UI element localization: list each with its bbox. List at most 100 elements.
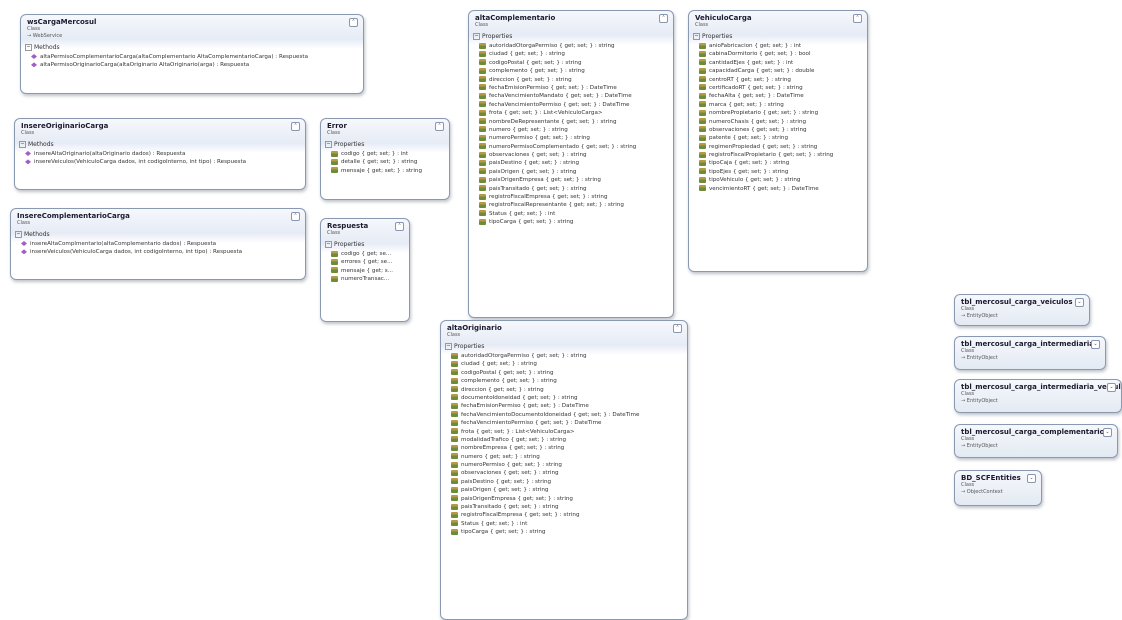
property-row[interactable]: centroRT { get; set; } : string xyxy=(699,76,863,84)
section-toggle-icon[interactable]: − xyxy=(25,44,32,51)
collapse-icon[interactable]: ⌃ xyxy=(659,14,668,23)
section-header[interactable]: − Properties xyxy=(689,31,867,42)
section-header[interactable]: − Properties xyxy=(321,139,449,150)
property-row[interactable]: tipoVehiculo { get; set; } : string xyxy=(699,176,863,184)
class-box-altacomplementario[interactable]: altaComplementario Class ⌃ − Properties a… xyxy=(468,10,674,318)
property-row[interactable]: complemento { get; set; } : string xyxy=(479,67,669,75)
property-row[interactable]: codigoPostal { get; set; } : string xyxy=(451,369,683,377)
property-row[interactable]: paisOrigenEmpresa { get; set; } : string xyxy=(479,176,669,184)
method-row[interactable]: altaPermisoOriginarioCarga(altaOriginari… xyxy=(31,61,359,69)
property-row[interactable]: fechaEmisionPermiso { get; set; } : Date… xyxy=(479,84,669,92)
property-row[interactable]: numeroPermisoComplementado { get; set; }… xyxy=(479,143,669,151)
property-row[interactable]: capacidadCarga { get; set; } : double xyxy=(699,67,863,75)
section-toggle-icon[interactable]: − xyxy=(19,141,26,148)
class-box-tbl-intermediaria-veiculo[interactable]: tbl_mercosul_carga_intermediaria_veiculo… xyxy=(954,379,1122,413)
property-row[interactable]: nombreDeRepresentante { get; set; } : st… xyxy=(479,118,669,126)
property-row[interactable]: numero { get; set; } : string xyxy=(451,453,683,461)
property-row[interactable]: detalle { get; set; } : string xyxy=(331,158,445,166)
section-header[interactable]: − Properties xyxy=(321,239,409,250)
property-row[interactable]: autoridadOtorgaPermiso { get; set; } : s… xyxy=(479,42,669,50)
property-row[interactable]: ciudad { get; set; } : string xyxy=(451,360,683,368)
property-row[interactable]: patente { get; set; } : string xyxy=(699,134,863,142)
property-row[interactable]: fechaEmisionPermiso { get; set; } : Date… xyxy=(451,402,683,410)
property-row[interactable]: observaciones { get; set; } : string xyxy=(479,151,669,159)
section-toggle-icon[interactable]: − xyxy=(693,33,700,40)
property-row[interactable]: Status { get; set; } : int xyxy=(479,210,669,218)
class-box-wscargamercosul[interactable]: wsCargaMercosul Class → WebService ⌃ − Me… xyxy=(20,14,364,94)
section-toggle-icon[interactable]: − xyxy=(445,343,452,350)
property-row[interactable]: paisTransitado { get; set; } : string xyxy=(451,503,683,511)
property-row[interactable]: registroFiscalEmpresa { get; set; } : st… xyxy=(479,193,669,201)
property-row[interactable]: numeroChasis { get; set; } : string xyxy=(699,118,863,126)
property-row[interactable]: nombrePropietario { get; set; } : string xyxy=(699,109,863,117)
expand-icon[interactable]: ⌄ xyxy=(1075,298,1084,307)
collapse-icon[interactable]: ⌃ xyxy=(291,122,300,131)
property-row[interactable]: codigo { get; se... xyxy=(331,250,405,258)
property-row[interactable]: registroFiscalPropietario { get; set; } … xyxy=(699,151,863,159)
property-row[interactable]: tipoEjes { get; set; } : string xyxy=(699,168,863,176)
property-row[interactable]: numeroTransac... xyxy=(331,275,405,283)
section-header[interactable]: − Methods xyxy=(11,229,305,240)
section-toggle-icon[interactable]: − xyxy=(473,33,480,40)
property-row[interactable]: numeroPermiso { get; set; } : string xyxy=(479,134,669,142)
property-row[interactable]: fechaVencimientoDocumentoIdoneidad { get… xyxy=(451,411,683,419)
property-row[interactable]: numero { get; set; } : string xyxy=(479,126,669,134)
method-row[interactable]: insereVeiculos(VehiculoCarga dados, int … xyxy=(25,158,301,166)
expand-icon[interactable]: ⌄ xyxy=(1107,383,1116,392)
property-row[interactable]: ciudad { get; set; } : string xyxy=(479,50,669,58)
property-row[interactable]: regimenPropiedad { get; set; } : string xyxy=(699,143,863,151)
property-row[interactable]: direccion { get; set; } : string xyxy=(451,386,683,394)
property-row[interactable]: vencimientoRT { get; set; } : DateTime xyxy=(699,185,863,193)
property-row[interactable]: Status { get; set; } : int xyxy=(451,520,683,528)
section-header[interactable]: − Methods xyxy=(21,42,363,53)
method-row[interactable]: insereVeiculos(VehiculoCarga dados, int … xyxy=(21,248,301,256)
property-row[interactable]: paisOrigen { get; set; } : string xyxy=(451,486,683,494)
method-row[interactable]: altaPermisoComplementarioCarga(altaCompl… xyxy=(31,53,359,61)
property-row[interactable]: marca { get; set; } : string xyxy=(699,101,863,109)
class-box-respuesta[interactable]: Respuesta Class ⌃ − Properties codigo { g… xyxy=(320,218,410,322)
collapse-icon[interactable]: ⌃ xyxy=(395,222,404,231)
property-row[interactable]: frota { get; set; } : List<VehiculoCarga… xyxy=(451,428,683,436)
collapse-icon[interactable]: ⌃ xyxy=(349,18,358,27)
property-row[interactable]: documentoIdoneidad { get; set; } : strin… xyxy=(451,394,683,402)
expand-icon[interactable]: ⌄ xyxy=(1027,474,1036,483)
property-row[interactable]: observaciones { get; set; } : string xyxy=(699,126,863,134)
collapse-icon[interactable]: ⌃ xyxy=(291,212,300,221)
property-row[interactable]: paisOrigenEmpresa { get; set; } : string xyxy=(451,495,683,503)
collapse-icon[interactable]: ⌃ xyxy=(673,324,682,333)
property-row[interactable]: numeroPermiso { get; set; } : string xyxy=(451,461,683,469)
property-row[interactable]: codigo { get; set; } : int xyxy=(331,150,445,158)
property-row[interactable]: anioFabricacion { get; set; } : int xyxy=(699,42,863,50)
property-row[interactable]: paisDestino { get; set; } : string xyxy=(479,159,669,167)
expand-icon[interactable]: ⌄ xyxy=(1103,428,1112,437)
property-row[interactable]: modalidadTrafico { get; set; } : string xyxy=(451,436,683,444)
class-box-altaoriginario[interactable]: altaOriginario Class ⌃ − Properties autor… xyxy=(440,320,688,620)
class-box-tbl-intermediaria[interactable]: tbl_mercosul_carga_intermediaria Class →… xyxy=(954,336,1106,370)
property-row[interactable]: paisDestino { get; set; } : string xyxy=(451,478,683,486)
property-row[interactable]: registroFiscalEmpresa { get; set; } : st… xyxy=(451,511,683,519)
property-row[interactable]: cabinaDormitorio { get; set; } : bool xyxy=(699,50,863,58)
property-row[interactable]: registroFiscalRepresentante { get; set; … xyxy=(479,201,669,209)
section-header[interactable]: − Methods xyxy=(15,139,305,150)
class-box-tbl-complementario[interactable]: tbl_mercosul_carga_complementario Class … xyxy=(954,424,1118,458)
class-box-vehiculocarga[interactable]: VehiculoCarga Class ⌃ − Properties anioFa… xyxy=(688,10,868,272)
section-header[interactable]: − Properties xyxy=(441,341,687,352)
property-row[interactable]: fechaVencimientoPermiso { get; set; } : … xyxy=(451,419,683,427)
property-row[interactable]: errores { get; se... xyxy=(331,258,405,266)
section-toggle-icon[interactable]: − xyxy=(325,141,332,148)
property-row[interactable]: direccion { get; set; } : string xyxy=(479,76,669,84)
property-row[interactable]: paisTransitado { get; set; } : string xyxy=(479,185,669,193)
property-row[interactable]: observaciones { get; set; } : string xyxy=(451,469,683,477)
property-row[interactable]: fechaAlta { get; set; } : DateTime xyxy=(699,92,863,100)
class-box-tbl-veiculos[interactable]: tbl_mercosul_carga_veiculos Class → Enti… xyxy=(954,294,1090,326)
section-toggle-icon[interactable]: − xyxy=(15,231,22,238)
property-row[interactable]: fechaVencimientoPermiso { get; set; } : … xyxy=(479,101,669,109)
property-row[interactable]: tipoCaja { get; set; } : string xyxy=(699,159,863,167)
property-row[interactable]: codigoPostal { get; set; } : string xyxy=(479,59,669,67)
property-row[interactable]: autoridadOtorgaPermiso { get; set; } : s… xyxy=(451,352,683,360)
class-box-inserecomplementariocarga[interactable]: InsereComplementarioCarga Class ⌃ − Metho… xyxy=(10,208,306,280)
section-toggle-icon[interactable]: − xyxy=(325,241,332,248)
class-box-error[interactable]: Error Class ⌃ − Properties codigo { get; … xyxy=(320,118,450,200)
property-row[interactable]: complemento { get; set; } : string xyxy=(451,377,683,385)
collapse-icon[interactable]: ⌃ xyxy=(435,122,444,131)
